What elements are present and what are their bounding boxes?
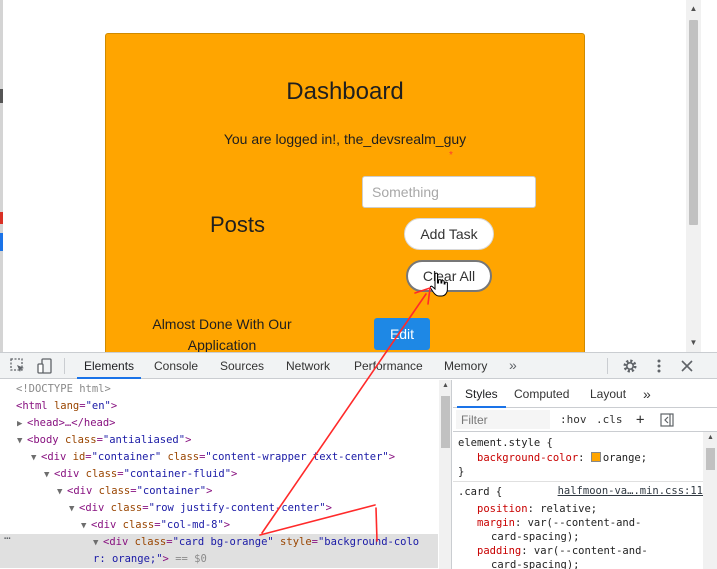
page-scroll-thumb[interactable]: [689, 20, 698, 225]
card-decl-padding[interactable]: padding: var(--content-and-: [477, 544, 648, 558]
toggle-sidebar-icon[interactable]: [660, 413, 674, 427]
tab-performance[interactable]: Performance: [354, 353, 423, 379]
devtools-panel: Elements Console Sources Network Perform…: [0, 352, 717, 569]
elements-scroll-thumb[interactable]: [441, 396, 450, 448]
styles-scroll-thumb[interactable]: [706, 448, 715, 470]
node-actions-icon[interactable]: …: [4, 529, 11, 542]
tab-memory[interactable]: Memory: [444, 353, 487, 379]
scroll-up-arrow-icon[interactable]: ▲: [441, 382, 450, 389]
task-input[interactable]: [362, 176, 536, 208]
card-decl-position[interactable]: position: relative;: [477, 502, 597, 516]
card-title: Dashboard: [286, 78, 404, 105]
dom-node-container[interactable]: ▼ <div id="container" class="content-wrap…: [31, 449, 395, 466]
dom-node-row[interactable]: ▼ <div class="row justify-content-center"…: [69, 500, 332, 517]
toolbar-separator: [64, 358, 65, 374]
dom-node-doctype[interactable]: <!DOCTYPE html>: [16, 381, 111, 398]
edit-button[interactable]: Edit: [374, 318, 430, 350]
rule-divider: [453, 481, 703, 482]
dashboard-card: Dashboard You are logged in!, the_devsre…: [105, 33, 585, 352]
new-rule-button[interactable]: +: [636, 411, 644, 429]
device-toggle-icon[interactable]: [36, 357, 54, 375]
more-styles-tabs-button[interactable]: »: [643, 380, 651, 408]
tab-computed[interactable]: Computed: [514, 380, 569, 408]
element-style-declaration[interactable]: background-color: orange;: [477, 451, 647, 465]
gear-icon[interactable]: [621, 357, 639, 375]
scroll-up-arrow-icon[interactable]: ▲: [706, 434, 715, 441]
tab-sources[interactable]: Sources: [220, 353, 264, 379]
login-greeting: You are logged in!, the_devsrealm_guy: [223, 131, 467, 147]
tab-network[interactable]: Network: [286, 353, 330, 379]
scroll-up-arrow-icon[interactable]: ▲: [689, 4, 698, 14]
page-viewport: Dashboard You are logged in!, the_devsre…: [0, 0, 717, 352]
dom-node-card-continuation[interactable]: r: orange;"> == $0: [0, 551, 438, 568]
close-icon[interactable]: [678, 357, 696, 375]
dom-node-body[interactable]: ▼ <body class="antialiased">: [17, 432, 191, 449]
hand-cursor-icon: [429, 272, 448, 297]
required-marker: *: [449, 150, 453, 161]
posts-heading: Posts: [210, 212, 266, 237]
dom-node-container-fluid[interactable]: ▼ <div class="container-fluid">: [44, 466, 237, 483]
card-decl-margin-cont: card-spacing);: [491, 531, 580, 543]
card-decl-margin[interactable]: margin: var(--content-and-: [477, 516, 641, 530]
inspect-icon[interactable]: [9, 357, 27, 375]
styles-filter-bar: :hov .cls +: [453, 408, 717, 432]
styles-scrollbar[interactable]: ▲: [703, 432, 717, 569]
card-decl-padding-cont: card-spacing);: [491, 559, 580, 569]
tab-console[interactable]: Console: [154, 353, 198, 379]
window-edge: [0, 0, 3, 352]
kebab-menu-icon[interactable]: [650, 357, 668, 375]
styles-filter-input[interactable]: [456, 410, 550, 429]
card-rule-selector: .card {: [458, 486, 503, 498]
edge-widget-red: [0, 212, 3, 224]
dom-node-html[interactable]: <html lang="en">: [16, 398, 117, 415]
element-style-close: }: [458, 466, 465, 478]
styles-sidebar: Styles Computed Layout » :hov .cls + ele…: [453, 380, 717, 569]
color-swatch-icon[interactable]: [590, 452, 601, 462]
dom-node-col[interactable]: ▼ <div class="col-md-8">: [81, 517, 230, 534]
element-style-selector: element.style {: [458, 437, 553, 449]
toolbar-separator: [607, 358, 608, 374]
dom-node-head[interactable]: ▶ <head>…</head>: [17, 415, 116, 432]
edge-widget-dark: [0, 89, 3, 103]
elements-scrollbar[interactable]: ▲: [439, 380, 451, 569]
card-rule-source-link[interactable]: halfmoon-va….min.css:11: [558, 485, 703, 497]
styles-tabbar: Styles Computed Layout »: [453, 380, 717, 408]
more-tabs-button[interactable]: »: [509, 353, 517, 379]
scroll-down-arrow-icon[interactable]: ▼: [689, 338, 698, 348]
tab-styles[interactable]: Styles: [457, 380, 506, 408]
add-task-button[interactable]: Add Task: [404, 218, 494, 250]
devtools-toolbar: Elements Console Sources Network Perform…: [0, 353, 717, 379]
dom-node-card-selected[interactable]: ▼ <div class="card bg-orange" style="back…: [0, 534, 438, 551]
clear-all-button[interactable]: Clear All: [406, 260, 492, 292]
class-toggle[interactable]: .cls: [596, 411, 623, 429]
tab-elements[interactable]: Elements: [77, 353, 142, 379]
task-item-text: Almost Done With Our Application: [152, 316, 292, 352]
page-scrollbar[interactable]: ▲ ▼: [686, 0, 701, 352]
dom-node-container-inner[interactable]: ▼ <div class="container">: [57, 483, 212, 500]
edge-widget-blue: [0, 233, 3, 251]
tab-layout[interactable]: Layout: [590, 380, 626, 408]
hover-state-toggle[interactable]: :hov: [560, 411, 587, 429]
elements-dom-tree[interactable]: <!DOCTYPE html> <html lang="en"> ▶ <head>…: [0, 380, 452, 569]
